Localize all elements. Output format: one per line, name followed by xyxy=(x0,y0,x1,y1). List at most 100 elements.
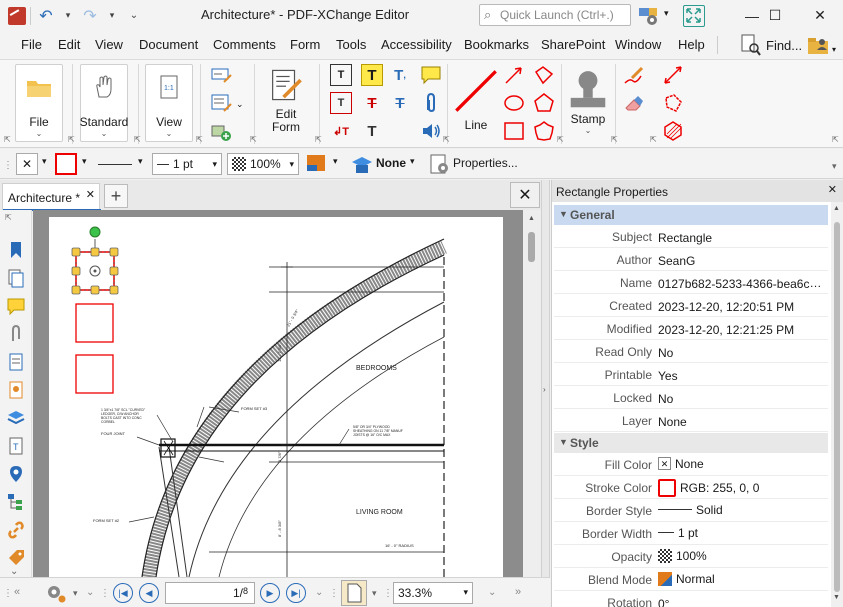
property-row[interactable]: Fill Color ✕ None xyxy=(554,453,828,476)
property-row[interactable]: Author SeanG xyxy=(554,248,828,271)
menu-window[interactable]: Window xyxy=(615,37,661,52)
tags-icon[interactable] xyxy=(6,548,26,568)
layer-icon[interactable] xyxy=(350,154,374,174)
chevron-down-icon[interactable]: ▾ xyxy=(832,45,836,54)
highlight-text-icon[interactable]: T xyxy=(361,64,383,86)
last-page-button[interactable]: ▶| xyxy=(286,583,306,603)
group-launcher-icon[interactable]: ⇱ xyxy=(557,135,564,144)
pencil-icon[interactable] xyxy=(622,64,644,86)
pane-splitter[interactable]: › xyxy=(541,180,550,607)
stroke-color-swatch[interactable] xyxy=(55,153,77,175)
rectangle-annotation-3[interactable] xyxy=(75,354,114,394)
group-launcher-icon[interactable]: ⇱ xyxy=(134,135,141,144)
section-style[interactable]: ▼ Style xyxy=(554,433,828,453)
group-launcher-icon[interactable]: ⇱ xyxy=(611,135,618,144)
properties-icon[interactable] xyxy=(428,153,450,175)
group-launcher-icon[interactable]: ⇱ xyxy=(832,135,839,144)
property-value[interactable]: Rectangle xyxy=(658,230,828,245)
property-value[interactable]: No xyxy=(658,391,828,406)
rectangle-annotation-2[interactable] xyxy=(75,303,114,343)
property-value[interactable]: 0127b682-5233-4366-bea6c1dc... xyxy=(658,276,828,291)
polyline-icon[interactable] xyxy=(533,64,555,86)
property-value[interactable]: Normal xyxy=(658,571,828,586)
scrollbar-thumb[interactable] xyxy=(528,232,535,262)
chevron-down-icon[interactable]: ⌄ xyxy=(236,99,244,110)
property-row[interactable]: Opacity 100% xyxy=(554,545,828,568)
property-row[interactable]: Modified 2023-12-20, 12:21:25 PM xyxy=(554,317,828,340)
chevron-double-down-icon[interactable]: ⌄ xyxy=(488,587,496,598)
menu-file[interactable]: File xyxy=(21,37,42,52)
property-value[interactable]: RGB: 255, 0, 0 xyxy=(658,479,828,497)
sidebar-launcher-icon[interactable]: ⇱ xyxy=(5,213,12,222)
standard-tools-button[interactable]: Standard ⌄ xyxy=(80,64,128,142)
border-style-line[interactable] xyxy=(98,164,132,165)
opacity-select[interactable]: 100% ▾ xyxy=(227,153,299,175)
chevron-down-icon[interactable]: ▾ xyxy=(73,588,78,599)
chevron-down-icon[interactable]: ▾ xyxy=(372,588,377,599)
fill-color-none-icon[interactable]: ✕ xyxy=(16,153,38,175)
line-width-select[interactable]: 1 pt ▾ xyxy=(152,153,222,175)
pane-scrollbar[interactable]: ▲ ▼ xyxy=(831,202,843,607)
stamp-button[interactable]: Stamp ⌄ xyxy=(564,64,612,142)
user-folder-icon[interactable] xyxy=(806,34,830,56)
chevron-double-right-icon[interactable]: » xyxy=(515,586,521,598)
distance-icon[interactable] xyxy=(662,64,684,86)
property-row[interactable]: Locked No xyxy=(554,386,828,409)
links-icon[interactable] xyxy=(6,520,26,540)
menu-help[interactable]: Help xyxy=(678,37,705,52)
eraser-icon[interactable] xyxy=(622,92,644,114)
undo-icon[interactable]: ↶ xyxy=(35,5,57,27)
group-launcher-icon[interactable]: ⇱ xyxy=(250,135,257,144)
menu-sharepoint[interactable]: SharePoint xyxy=(541,37,605,52)
add-image-field-icon[interactable] xyxy=(210,120,232,142)
chevron-double-down-icon[interactable]: ⌄ xyxy=(10,566,18,577)
single-page-view-icon[interactable] xyxy=(341,580,367,606)
polygon-icon[interactable] xyxy=(533,92,555,114)
group-launcher-icon[interactable]: ⇱ xyxy=(443,135,450,144)
property-row[interactable]: Border Width 1 pt xyxy=(554,522,828,545)
menu-edit[interactable]: Edit xyxy=(58,37,80,52)
next-page-button[interactable]: ▶ xyxy=(260,583,280,603)
property-row[interactable]: Name 0127b682-5233-4366-bea6c1dc... xyxy=(554,271,828,294)
property-row[interactable]: Stroke Color RGB: 255, 0, 0 xyxy=(554,476,828,499)
property-value[interactable]: ✕ None xyxy=(658,456,828,471)
property-value[interactable]: 2023-12-20, 12:21:25 PM xyxy=(658,322,828,337)
callout-icon[interactable]: ↲T xyxy=(330,120,352,142)
settings-gear-icon[interactable] xyxy=(637,5,661,27)
content-icon[interactable] xyxy=(6,352,26,372)
quick-launch-input[interactable]: ⌕ Quick Launch (Ctrl+.) xyxy=(479,4,631,26)
document-view[interactable]: 21' - 9 3/4" 11' - 7 3/8" 3 7/8" 8' - 8 … xyxy=(33,210,541,577)
attachments-icon[interactable] xyxy=(6,324,26,344)
scroll-down-icon[interactable]: ▼ xyxy=(833,594,840,601)
scroll-up-icon[interactable]: ▲ xyxy=(528,215,535,222)
fields-icon[interactable]: T xyxy=(6,436,26,456)
group-launcher-icon[interactable]: ⇱ xyxy=(196,135,203,144)
bookmarks-icon[interactable] xyxy=(6,240,26,260)
chevron-down-icon[interactable]: ▾ xyxy=(57,5,79,27)
chevron-double-down-icon[interactable]: ⌄ xyxy=(86,587,94,598)
scrollbar-thumb[interactable] xyxy=(834,222,840,592)
collapse-pane-icon[interactable]: › xyxy=(543,385,546,394)
page-number-input[interactable]: 1/8 xyxy=(165,582,255,604)
text-field-icon[interactable] xyxy=(210,64,232,86)
chevron-down-icon[interactable]: ▾ xyxy=(664,8,669,19)
layer-none-label[interactable]: None xyxy=(376,156,406,170)
property-value[interactable]: Yes xyxy=(658,368,828,383)
menu-form[interactable]: Form xyxy=(290,37,320,52)
underline-icon[interactable]: T xyxy=(361,120,383,142)
view-button[interactable]: 1:1 View ⌄ xyxy=(145,64,193,142)
vertical-scrollbar[interactable]: ▲ xyxy=(523,210,541,577)
chevron-down-icon[interactable]: ▾ xyxy=(138,156,143,167)
group-launcher-icon[interactable]: ⇱ xyxy=(650,135,657,144)
strikeout-icon[interactable]: T xyxy=(361,92,383,114)
replace-text-icon[interactable]: T, xyxy=(389,64,411,86)
customize-quick-access-icon[interactable]: ⌄ xyxy=(123,5,145,27)
chevron-down-icon[interactable]: ▾ xyxy=(410,156,415,167)
property-value[interactable]: 2023-12-20, 12:20:51 PM xyxy=(658,299,828,314)
menu-comments[interactable]: Comments xyxy=(213,37,276,52)
property-value[interactable]: SeanG xyxy=(658,253,828,268)
attachment-icon[interactable] xyxy=(420,92,442,114)
structure-icon[interactable] xyxy=(6,492,26,512)
typewriter-icon[interactable]: T xyxy=(330,64,352,86)
maximize-button[interactable]: ☐ xyxy=(752,0,798,31)
